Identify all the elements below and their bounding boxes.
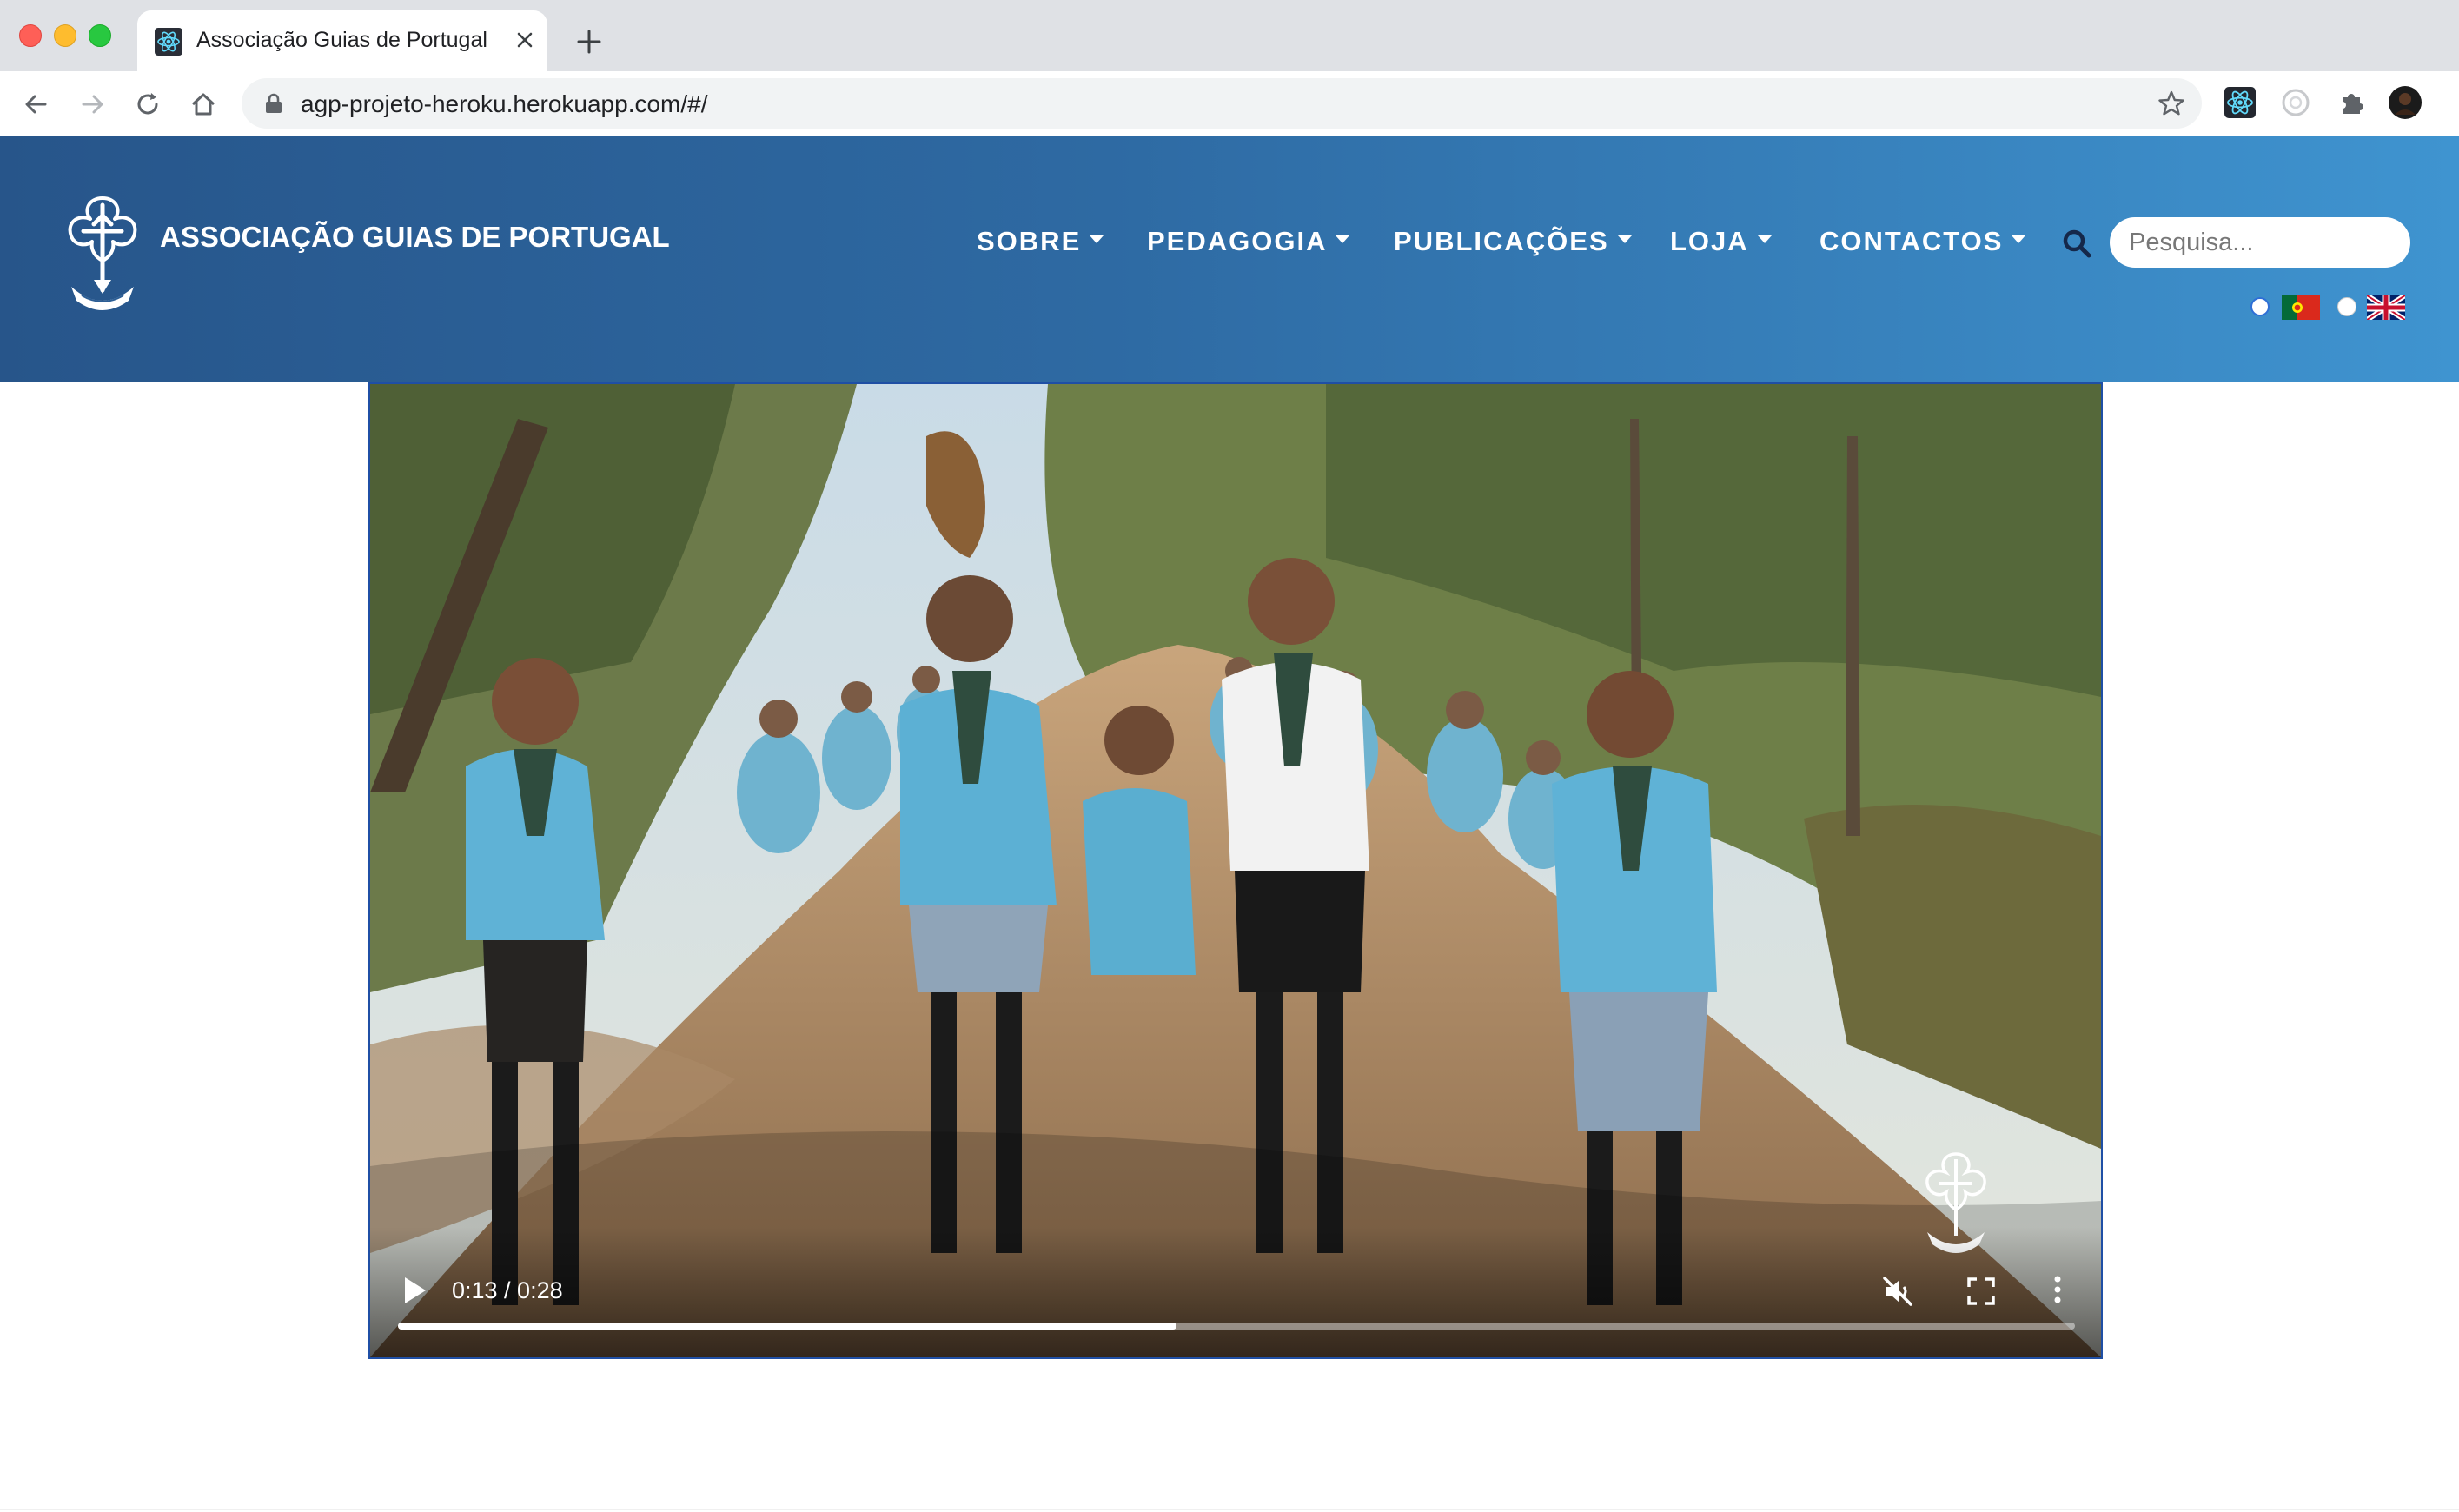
- search-icon[interactable]: [2059, 226, 2094, 261]
- site-name[interactable]: ASSOCIAÇÃO GUIAS DE PORTUGAL: [160, 221, 670, 254]
- url-text: agp-projeto-heroku.herokuapp.com/#/: [301, 90, 708, 117]
- more-options-icon[interactable]: [2049, 1272, 2066, 1307]
- muted-speaker-icon[interactable]: [1880, 1274, 1915, 1309]
- video-progress-bar[interactable]: [398, 1323, 2075, 1330]
- agp-emblem-logo[interactable]: [59, 193, 146, 315]
- back-arrow-icon[interactable]: [19, 87, 54, 122]
- caret-down-icon: [1757, 235, 1772, 244]
- video-progress-fill: [398, 1323, 1177, 1330]
- extension-circle-icon[interactable]: [2278, 85, 2313, 120]
- nav-label: PUBLICAÇÕES: [1394, 226, 1609, 256]
- caret-down-icon: [2012, 235, 2026, 244]
- video-frame-image: [370, 384, 2101, 1357]
- nav-sobre[interactable]: SOBRE: [977, 226, 1104, 257]
- lock-icon: [266, 93, 282, 113]
- browser-tab-active[interactable]: Associação Guias de Portugal: [137, 10, 547, 71]
- nav-label: PEDAGOGIA: [1147, 226, 1328, 256]
- uk-flag-icon[interactable]: [2367, 295, 2405, 320]
- profile-avatar-icon[interactable]: [2388, 85, 2423, 120]
- forward-arrow-icon[interactable]: [75, 87, 109, 122]
- fullscreen-icon[interactable]: [1965, 1276, 1997, 1307]
- close-window-button[interactable]: [19, 24, 42, 47]
- close-tab-icon[interactable]: [511, 26, 539, 54]
- nav-publicacoes[interactable]: PUBLICAÇÕES: [1394, 226, 1632, 257]
- play-icon[interactable]: [401, 1276, 428, 1305]
- site-header: ASSOCIAÇÃO GUIAS DE PORTUGAL SOBRE PEDAG…: [0, 136, 2459, 382]
- browser-toolbar: agp-projeto-heroku.herokuapp.com/#/: [0, 71, 2459, 136]
- tab-title: Associação Guias de Portugal: [196, 28, 487, 52]
- nav-loja[interactable]: LOJA: [1670, 226, 1772, 257]
- caret-down-icon: [1617, 235, 1632, 244]
- page-divider: [0, 1509, 2459, 1510]
- video-controls: 0:13 / 0:28: [370, 1227, 2101, 1357]
- nav-contactos[interactable]: CONTACTOS: [1819, 226, 2026, 257]
- new-tab-icon[interactable]: [573, 26, 605, 57]
- extensions-puzzle-icon[interactable]: [2334, 85, 2369, 120]
- language-en-radio[interactable]: [2337, 297, 2356, 316]
- reload-icon[interactable]: [130, 87, 165, 122]
- nav-label: SOBRE: [977, 226, 1082, 256]
- home-icon[interactable]: [186, 87, 221, 122]
- react-devtools-icon[interactable]: [2223, 85, 2257, 120]
- minimize-window-button[interactable]: [54, 24, 76, 47]
- video-player[interactable]: 0:13 / 0:28: [368, 382, 2103, 1359]
- language-pt-radio[interactable]: [2250, 297, 2270, 316]
- react-atom-icon: [155, 28, 182, 56]
- bookmark-star-icon[interactable]: [2157, 89, 2186, 118]
- video-time: 0:13 / 0:28: [452, 1277, 563, 1303]
- maximize-window-button[interactable]: [89, 24, 111, 47]
- caret-down-icon: [1336, 235, 1350, 244]
- caret-down-icon: [1090, 235, 1104, 244]
- browser-titlebar: Associação Guias de Portugal: [0, 0, 2459, 71]
- portugal-flag-icon[interactable]: [2282, 295, 2320, 320]
- nav-pedagogia[interactable]: PEDAGOGIA: [1147, 226, 1350, 257]
- address-bar[interactable]: agp-projeto-heroku.herokuapp.com/#/: [242, 78, 2202, 129]
- nav-label: LOJA: [1670, 226, 1749, 256]
- search-input[interactable]: [2110, 217, 2410, 268]
- nav-label: CONTACTOS: [1819, 226, 2004, 256]
